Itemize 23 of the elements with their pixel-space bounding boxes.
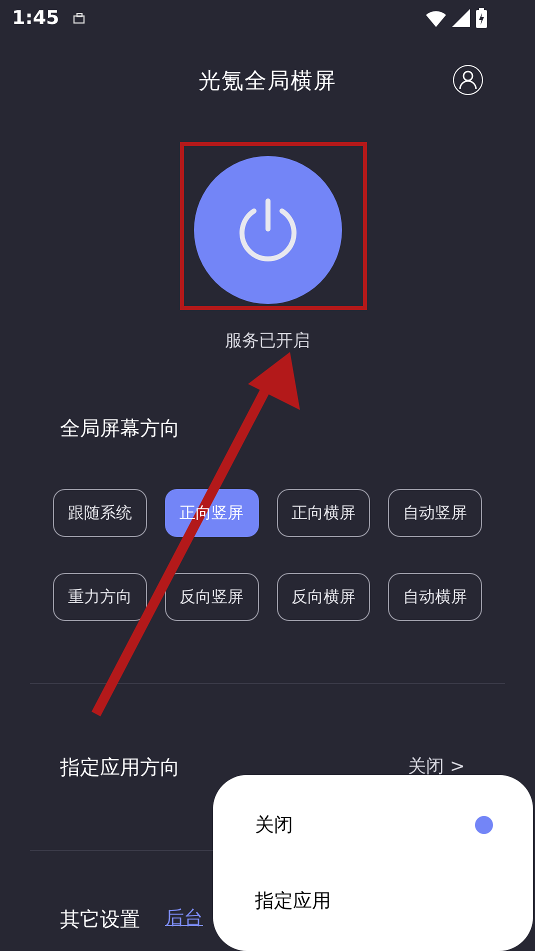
wifi-icon xyxy=(426,10,446,26)
service-status: 服务已开启 xyxy=(225,330,310,353)
orientation-chip[interactable]: 正向横屏 xyxy=(276,488,370,536)
orientation-chip[interactable]: 跟随系统 xyxy=(53,488,147,536)
section-title: 指定应用方向 xyxy=(60,754,180,780)
app-title: 光氪全局横屏 xyxy=(198,68,336,96)
app-orientation-value[interactable]: 关闭 > xyxy=(408,753,465,780)
orientation-chip[interactable]: 自动横屏 xyxy=(388,572,482,620)
orientation-chip[interactable]: 反向竖屏 xyxy=(164,572,258,620)
battery-icon xyxy=(476,8,487,28)
menu-item[interactable]: 关闭 xyxy=(255,803,491,847)
signal-icon xyxy=(452,9,470,27)
orientation-chip[interactable]: 重力方向 xyxy=(53,572,147,620)
section-title: 其它设置 xyxy=(60,906,140,932)
notification-icon xyxy=(73,12,86,24)
orientation-chip[interactable]: 自动竖屏 xyxy=(388,488,482,536)
status-time: 1:45 xyxy=(12,6,60,31)
background-link[interactable]: 后台 xyxy=(165,904,203,933)
user-icon xyxy=(459,70,477,90)
orientation-chip[interactable]: 反向横屏 xyxy=(276,572,370,620)
menu-item[interactable]: 指定应用 xyxy=(255,879,491,923)
section-title: 全局屏幕方向 xyxy=(60,416,180,440)
profile-button[interactable] xyxy=(453,65,483,95)
